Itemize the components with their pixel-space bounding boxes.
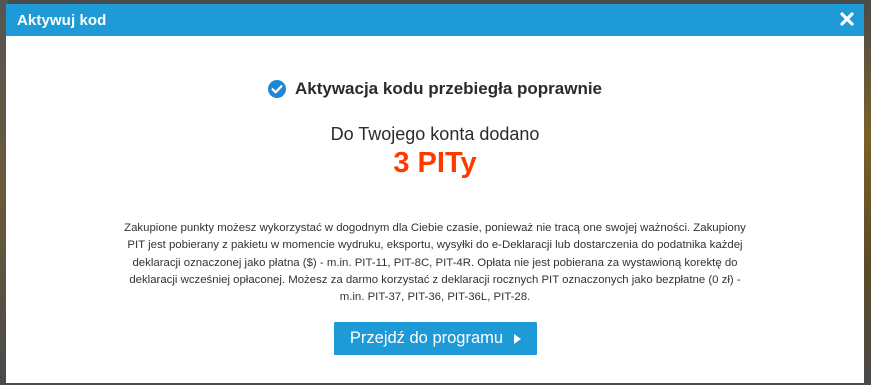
info-paragraph-text: Zakupione punkty możesz wykorzystać w do… [124,222,746,304]
dialog-body: Aktywacja kodu przebiegła poprawnie Do T… [6,36,864,383]
pit-count: 3 PITy [393,147,477,179]
added-label: Do Twojego konta dodano [330,124,540,144]
check-circle-icon [267,80,286,98]
activate-code-dialog: Aktywuj kod Aktywacja kodu przebiegła po… [6,4,864,383]
dialog-title: Aktywuj kod [17,12,107,29]
go-to-program-button[interactable]: Przejdź do programu [334,322,537,355]
backdrop-right [863,0,871,385]
info-paragraph: Zakupione punkty możesz wykorzystać w do… [121,220,749,306]
success-row: Aktywacja kodu przebiegła poprawnie [6,78,864,100]
success-message: Aktywacja kodu przebiegła poprawnie [294,79,603,98]
dialog-titlebar: Aktywuj kod [6,4,864,36]
play-triangle-icon [514,334,522,344]
go-to-program-label: Przejdź do programu [349,329,504,347]
close-icon[interactable] [838,10,856,28]
